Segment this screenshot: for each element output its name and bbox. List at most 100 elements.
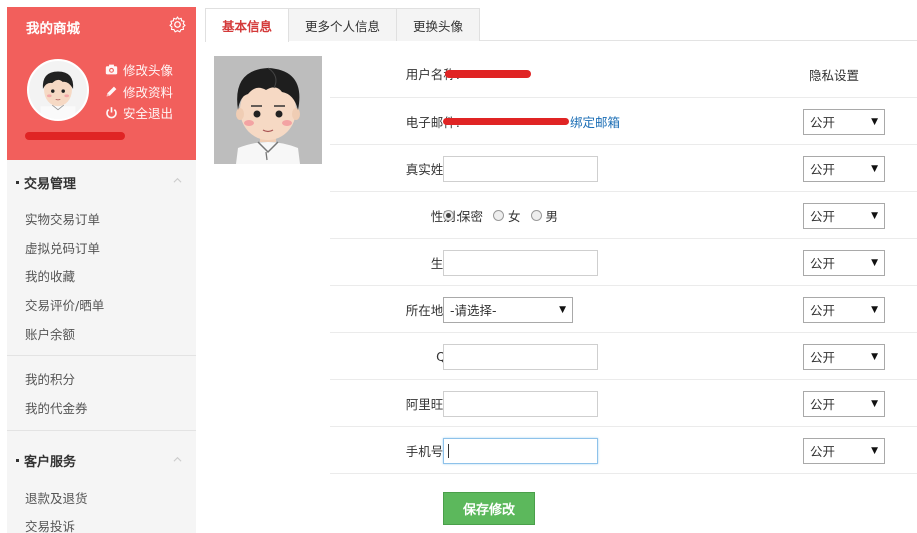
dropdown-arrow-icon: ▼ [871,163,878,174]
qq-input[interactable] [443,343,598,370]
gear-icon[interactable] [168,15,187,34]
email-privacy: 公开 ▼ [803,98,885,145]
edit-profile-link[interactable]: 修改资料 [105,81,173,103]
camera-icon [105,64,118,75]
dropdown-arrow-icon: ▼ [871,210,878,221]
group-title-label: 交易管理 [24,176,77,192]
privacy-select-value: 公开 [810,115,836,130]
shop-title: 我的商城 [26,21,80,37]
radio-circle [443,210,454,221]
privacy-select-realname[interactable]: 公开 ▼ [803,155,885,182]
bullet-dot [16,180,19,184]
header-links: 修改头像 修改资料 安全退出 [105,59,173,124]
radio-label: 男 [545,209,559,224]
tab-change-avatar[interactable]: 更换头像 [396,8,481,41]
bind-email-link[interactable]: 绑定邮箱 [570,112,620,131]
form-row-birthday: 生日: 公开▼ [330,239,917,286]
sidebar-item-virtual-orders[interactable]: 虚拟兑码订单 [7,233,196,262]
sidebar-item-refunds[interactable]: 退款及退货 [7,483,196,512]
tab-more-info[interactable]: 更多个人信息 [288,8,398,41]
logout-link[interactable]: 安全退出 [105,102,173,124]
logout-label: 安全退出 [123,106,174,122]
tab-basic-info[interactable]: 基本信息 [205,8,290,42]
gender-radio-female[interactable]: 女 [493,206,521,225]
menu-group-points: 我的积分 我的代金券 [7,364,196,422]
privacy-select-qq[interactable]: 公开 ▼ [803,343,885,370]
privacy-select-value: 公开 [810,209,836,224]
menu-group-trade: 交易管理 实物交易订单 虚拟兑码订单 我的收藏 交易评价/晒单 账户余额 [7,160,196,348]
dropdown-arrow-icon: ▼ [559,304,566,315]
gender-radio-group: 保密 女 男 [443,192,568,239]
dropdown-arrow-icon: ▼ [871,398,878,409]
form-row-email: 电子邮件: 绑定邮箱 公开 ▼ [330,98,917,145]
sidebar-item-physical-orders[interactable]: 实物交易订单 [7,204,196,233]
form-row-gender: 性别: 保密 女 男 公开▼ [330,192,917,239]
birthday-input[interactable] [443,249,598,276]
profile-avatar [214,56,322,164]
privacy-select-birthday[interactable]: 公开 ▼ [803,249,885,276]
privacy-select-email[interactable]: 公开 ▼ [803,108,885,135]
tab-bar: 基本信息 更多个人信息 更换头像 [205,8,917,42]
save-button[interactable]: 保存修改 [443,492,535,525]
radio-circle [530,210,542,221]
realname-input[interactable] [443,155,598,182]
divider [7,429,196,431]
gender-radio-male[interactable]: 男 [530,206,559,225]
radio-label: 女 [508,209,521,224]
sidebar-item-reviews[interactable]: 交易评价/晒单 [7,290,196,319]
privacy-select-value: 公开 [810,162,836,177]
username-value [443,50,531,97]
wangwang-input[interactable] [443,390,598,417]
privacy-select-region[interactable]: 公开 ▼ [803,296,885,323]
sidebar: 我的商城 修改头像 修改资料 安全退出 交易管理 实物交易订单 虚拟兑码订单 我… [7,7,196,533]
dropdown-arrow-icon: ▼ [871,257,878,268]
sidebar-item-complaints[interactable]: 交易投诉 [7,512,196,533]
sidebar-item-points[interactable]: 我的积分 [7,364,196,393]
bullet-dot [16,459,19,463]
privacy-select-value: 公开 [810,256,836,271]
privacy-select-gender[interactable]: 公开 ▼ [803,202,885,229]
privacy-select-value: 公开 [810,350,836,365]
group-title-service[interactable]: 客户服务 [7,439,196,483]
group-title-trade[interactable]: 交易管理 [7,160,196,204]
email-value: 绑定邮箱 [443,98,620,145]
form-row-region: 所在地区: -请选择- ▼ 公开 ▼ [330,286,917,333]
menu-group-service: 客户服务 退款及退货 交易投诉 [7,438,196,533]
shop-header: 我的商城 修改头像 修改资料 安全退出 [7,7,196,160]
redacted-email [443,118,569,125]
group-title-label: 客户服务 [24,455,77,471]
chevron-up-icon [173,456,182,462]
divider [7,355,196,357]
avatar[interactable] [27,59,89,121]
dropdown-arrow-icon: ▼ [871,351,878,362]
privacy-select-value: 公开 [810,303,836,318]
form-row-realname: 真实姓名: 公开 ▼ [330,145,917,192]
privacy-header: 隐私设置 [809,67,860,83]
change-avatar-link[interactable]: 修改头像 [105,59,173,81]
change-avatar-label: 修改头像 [123,63,174,79]
form-row-wangwang: 阿里旺旺: 公开 ▼ [330,380,917,427]
sidebar-item-favorites[interactable]: 我的收藏 [7,261,196,290]
privacy-select-phone[interactable]: 公开 ▼ [803,437,885,464]
privacy-select-wangwang[interactable]: 公开 ▼ [803,390,885,417]
pencil-icon [106,86,117,97]
redacted-username [445,69,531,78]
dropdown-arrow-icon: ▼ [871,304,878,315]
sidebar-item-vouchers[interactable]: 我的代金券 [7,393,196,422]
form-row-phone: 手机号码: 公开 ▼ [330,427,917,474]
power-icon [106,107,117,119]
phone-input[interactable] [443,437,598,464]
chevron-up-icon [173,177,182,183]
sidebar-item-balance[interactable]: 账户余额 [7,319,196,348]
profile-form: 用户名称: 隐私设置 电子邮件: 绑定邮箱 公开▼ 真实姓名: 公开▼ 性别: … [330,50,917,474]
privacy-select-value: 公开 [810,444,836,459]
form-row-username: 用户名称: 隐私设置 [330,50,917,98]
region-select-value: -请选择- [450,303,497,318]
gender-radio-secret[interactable]: 保密 [443,206,483,225]
edit-profile-label: 修改资料 [123,84,174,100]
form-row-qq: QQ: 公开▼ [330,333,917,380]
redacted-username [25,132,125,140]
dropdown-arrow-icon: ▼ [871,116,878,127]
privacy-select-value: 公开 [810,397,836,412]
region-select[interactable]: -请选择- ▼ [443,296,573,323]
